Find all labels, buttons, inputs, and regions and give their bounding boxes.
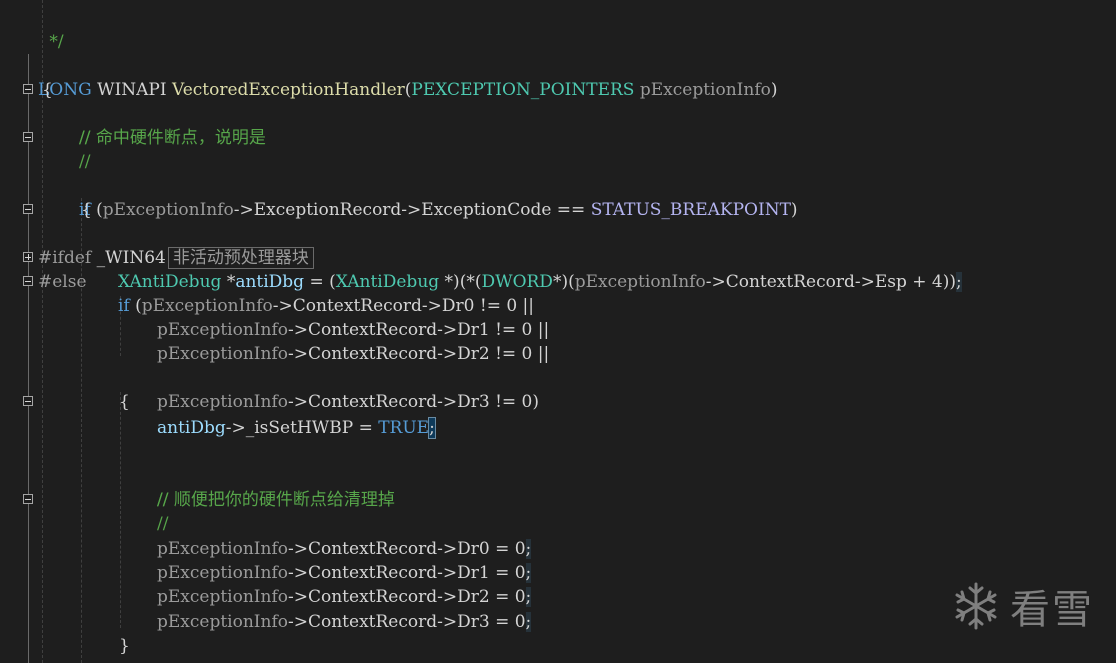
code-line[interactable]: pExceptionInfo->ContextRecord->Dr3 = 0; (0, 586, 1116, 632)
snowflake-icon (955, 582, 997, 630)
code-line[interactable]: // (0, 440, 1116, 510)
code-line[interactable]: // (0, 78, 1116, 148)
code-line[interactable]: #ifdef _WIN64 非活动预处理器块 (0, 198, 1116, 269)
code-line[interactable]: pExceptionInfo->ContextRecord->Dr1 = 0; (0, 537, 1116, 583)
watermark: 看雪 (950, 577, 1094, 635)
code-line[interactable]: LONG WINAPI VectoredExceptionHandler(PEX… (0, 30, 1116, 100)
watermark-text: 看雪 (1010, 587, 1094, 633)
code-line[interactable]: { (0, 54, 1116, 100)
code-line[interactable]: pExceptionInfo->ContextRecord->Dr0 = 0; (0, 513, 1116, 559)
code-line[interactable]: // 顺便把你的硬件断点给清理掉 (0, 464, 1116, 510)
code-line[interactable]: // 命中硬件断点，说明是 (0, 102, 1116, 148)
code-line[interactable]: // (0, 126, 1116, 172)
code-line[interactable]: { (0, 366, 1116, 412)
code-line[interactable]: } (0, 610, 1116, 656)
code-line[interactable]: #else (0, 222, 1116, 292)
code-line[interactable]: { (0, 174, 1116, 220)
code-line[interactable]: pExceptionInfo->ContextRecord->Dr1 != 0 … (0, 294, 1116, 340)
code-line[interactable]: pExceptionInfo->ContextRecord->Dr3 != 0) (0, 342, 1116, 412)
code-line[interactable]: if (pExceptionInfo->ContextRecord->Dr0 !… (0, 270, 1116, 316)
code-line[interactable]: if (pExceptionInfo->ExceptionRecord->Exc… (0, 150, 1116, 220)
assignment-line: antiDbg->_isSetHWBP = TRUE; (157, 417, 436, 439)
code-line[interactable]: XAntiDebug *antiDbg = (XAntiDebug *)(*(D… (0, 246, 1116, 292)
code-line[interactable]: */ (0, 6, 1116, 52)
code-line[interactable]: pExceptionInfo->ContextRecord->Dr2 != 0 … (0, 318, 1116, 364)
close-brace: } (119, 636, 130, 656)
code-editor[interactable]: */ LONG WINAPI VectoredExceptionHandler(… (0, 0, 1116, 663)
code-line[interactable]: // (0, 488, 1116, 534)
code-line[interactable]: antiDbg->_isSetHWBP = TRUE; (0, 392, 1116, 439)
code-line[interactable]: pExceptionInfo->ContextRecord->Dr2 = 0; (0, 561, 1116, 607)
